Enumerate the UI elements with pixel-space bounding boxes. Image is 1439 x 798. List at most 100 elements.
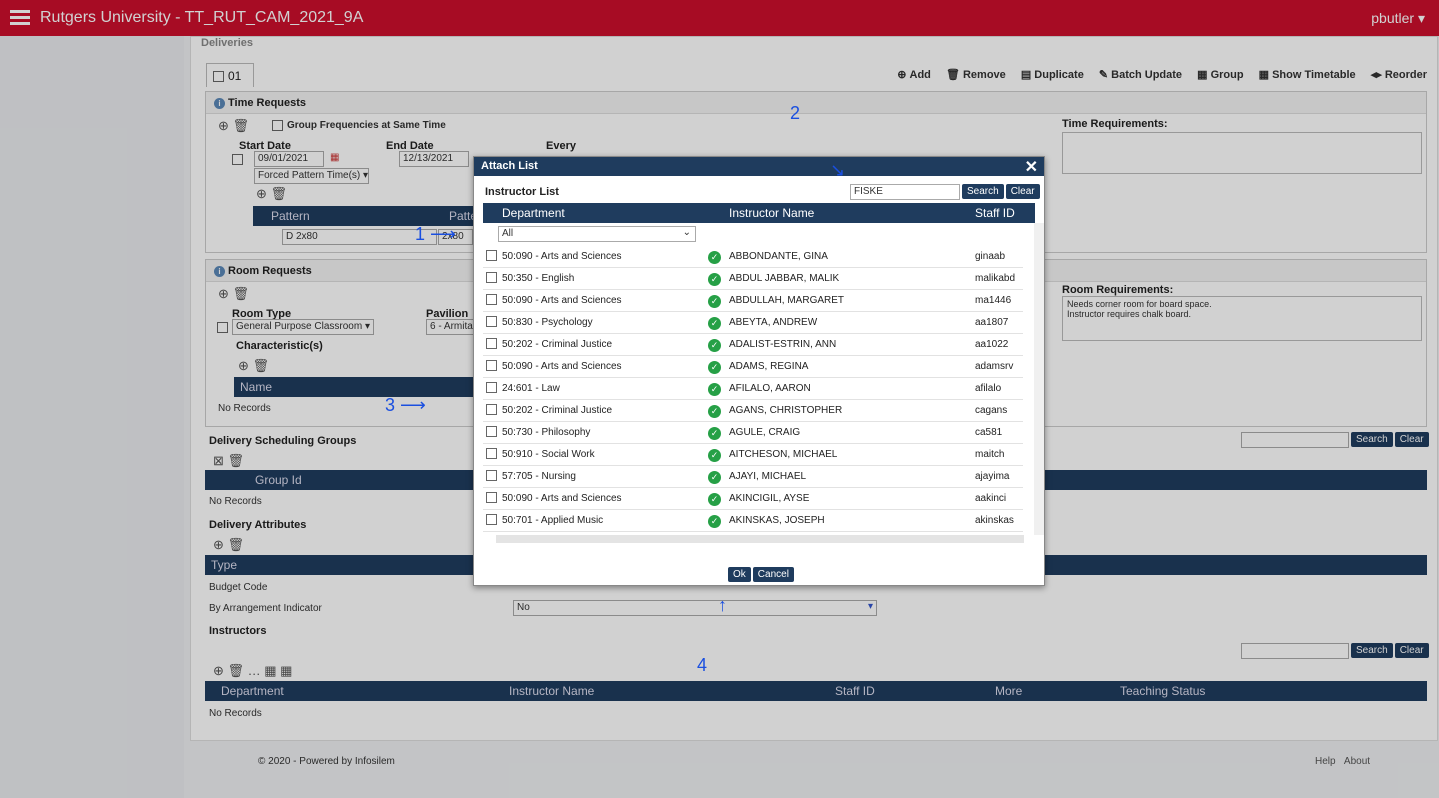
row-checkbox[interactable] — [486, 316, 497, 327]
row-staff-id: maitch — [975, 449, 1005, 460]
row-staff-id: aakinci — [975, 493, 1007, 504]
row-staff-id: akinskas — [975, 515, 1014, 526]
active-check-icon: ✓ — [708, 515, 721, 528]
row-checkbox[interactable] — [486, 470, 497, 481]
row-department: 50:090 - Arts and Sciences — [502, 295, 622, 306]
annotation-4-arrow: ↑ — [718, 595, 727, 615]
instructor-row[interactable]: 50:090 - Arts and Sciences ✓ ABDULLAH, MAR… — [483, 290, 1023, 312]
row-instructor-name: ABEYTA, ANDREW — [729, 317, 818, 328]
row-checkbox[interactable] — [486, 514, 497, 525]
close-icon[interactable]: ✕ — [1025, 157, 1038, 177]
instructor-row[interactable]: 50:202 - Criminal Justice ✓ AGANS, CHRISTO… — [483, 400, 1023, 422]
active-check-icon: ✓ — [708, 383, 721, 396]
row-staff-id: ca581 — [975, 427, 1003, 438]
row-staff-id: afilalo — [975, 383, 1002, 394]
instructor-row[interactable]: 50:202 - Criminal Justice ✓ ADALIST-ESTRIN… — [483, 334, 1023, 356]
attach-list-dialog: Attach List ✕ Instructor List FISKE Searc… — [473, 156, 1045, 586]
instructor-row[interactable]: 50:910 - Social Work ✓ AITCHESON, MICHAEL m… — [483, 444, 1023, 466]
annotation-4: 4 — [697, 655, 708, 675]
dialog-grid-header: Department Instructor Name Staff ID — [483, 203, 1035, 223]
instructor-row[interactable]: 50:090 - Arts and Sciences ✓ AKINCIGIL, AY… — [483, 488, 1023, 510]
row-instructor-name: AGANS, CHRISTOPHER — [729, 405, 843, 416]
row-checkbox[interactable] — [486, 404, 497, 415]
row-department: 57:705 - Nursing — [502, 471, 576, 482]
active-check-icon: ✓ — [708, 317, 721, 330]
department-filter-select[interactable]: All ⌄ — [498, 226, 696, 242]
dialog-clear-button[interactable]: Clear — [1005, 184, 1040, 199]
row-checkbox[interactable] — [486, 294, 497, 305]
row-department: 50:830 - Psychology — [502, 317, 593, 328]
instructor-row[interactable]: 50:830 - Psychology ✓ ABEYTA, ANDREW aa1807 — [483, 312, 1023, 334]
row-staff-id: ma1446 — [975, 295, 1012, 306]
row-department: 50:350 - English — [502, 273, 575, 284]
dialog-search-buttons: Search Clear — [960, 184, 1040, 199]
row-department: 50:910 - Social Work — [502, 449, 595, 460]
row-staff-id: cagans — [975, 405, 1008, 416]
row-checkbox[interactable] — [486, 338, 497, 349]
cancel-button[interactable]: Cancel — [752, 567, 794, 582]
row-instructor-name: AGULE, CRAIG — [729, 427, 801, 438]
row-checkbox[interactable] — [486, 360, 497, 371]
active-check-icon: ✓ — [708, 273, 721, 286]
instructor-row[interactable]: 50:090 - Arts and Sciences ✓ ABBONDANTE, G… — [483, 246, 1023, 268]
annotation-2-arrow: ↘ — [830, 160, 846, 180]
row-checkbox[interactable] — [486, 448, 497, 459]
row-staff-id: adamsrv — [975, 361, 1014, 372]
row-instructor-name: AKINSKAS, JOSEPH — [729, 515, 825, 526]
row-instructor-name: AJAYI, MICHAEL — [729, 471, 807, 482]
dialog-col-staff-id: Staff ID — [975, 206, 1015, 220]
instructor-row[interactable]: 24:601 - Law ✓ AFILALO, AARON afilalo — [483, 378, 1023, 400]
instructor-row[interactable]: 57:705 - Nursing ✓ AJAYI, MICHAEL ajayima — [483, 466, 1023, 488]
row-instructor-name: AFILALO, AARON — [729, 383, 811, 394]
active-check-icon: ✓ — [708, 449, 721, 462]
instructor-row[interactable]: 50:090 - Arts and Sciences ✓ ADAMS, REGINA… — [483, 356, 1023, 378]
active-check-icon: ✓ — [708, 251, 721, 264]
vertical-scrollbar[interactable] — [1034, 223, 1044, 535]
active-check-icon: ✓ — [708, 405, 721, 418]
dialog-action-buttons: Ok Cancel — [726, 567, 794, 582]
row-staff-id: ginaab — [975, 251, 1006, 262]
active-check-icon: ✓ — [708, 339, 721, 352]
active-check-icon: ✓ — [708, 427, 721, 440]
row-staff-id: ajayima — [975, 471, 1010, 482]
instructor-row[interactable]: 50:350 - English ✓ ABDUL JABBAR, MALIK mali… — [483, 268, 1023, 290]
row-checkbox[interactable] — [486, 426, 497, 437]
active-check-icon: ✓ — [708, 493, 721, 506]
row-department: 50:202 - Criminal Justice — [502, 339, 613, 350]
row-department: 50:090 - Arts and Sciences — [502, 493, 622, 504]
instructor-list-label: Instructor List — [485, 186, 559, 198]
annotation-3: 3 ⟶ — [385, 395, 426, 415]
row-department: 50:730 - Philosophy — [502, 427, 591, 438]
active-check-icon: ✓ — [708, 471, 721, 484]
active-check-icon: ✓ — [708, 361, 721, 374]
row-checkbox[interactable] — [486, 272, 497, 283]
instructor-row[interactable]: 50:730 - Philosophy ✓ AGULE, CRAIG ca581 — [483, 422, 1023, 444]
annotation-2: 2 — [790, 103, 801, 123]
row-checkbox[interactable] — [486, 492, 497, 503]
horizontal-scrollbar[interactable] — [496, 535, 1024, 543]
row-instructor-name: ADAMS, REGINA — [729, 361, 809, 372]
row-checkbox[interactable] — [486, 382, 497, 393]
row-department: 50:090 - Arts and Sciences — [502, 361, 622, 372]
active-check-icon: ✓ — [708, 295, 721, 308]
row-department: 24:601 - Law — [502, 383, 560, 394]
row-department: 50:701 - Applied Music — [502, 515, 604, 526]
row-instructor-name: AITCHESON, MICHAEL — [729, 449, 838, 460]
dialog-search-button[interactable]: Search — [962, 184, 1004, 199]
row-instructor-name: ABBONDANTE, GINA — [729, 251, 828, 262]
instructor-row[interactable]: 50:701 - Applied Music ✓ AKINSKAS, JOSEPH a… — [483, 510, 1023, 532]
dialog-title: Attach List — [481, 160, 538, 172]
row-instructor-name: AKINCIGIL, AYSE — [729, 493, 810, 504]
row-staff-id: malikabd — [975, 273, 1016, 284]
row-department: 50:090 - Arts and Sciences — [502, 251, 622, 262]
dialog-col-instructor-name: Instructor Name — [729, 206, 815, 220]
row-staff-id: aa1022 — [975, 339, 1009, 350]
row-checkbox[interactable] — [486, 250, 497, 261]
dialog-search-input[interactable]: FISKE — [850, 184, 960, 200]
annotation-1: 1 ⟶ — [415, 224, 456, 244]
row-staff-id: aa1807 — [975, 317, 1009, 328]
dialog-col-department: Department — [502, 206, 565, 220]
dialog-header: Attach List ✕ — [474, 157, 1044, 176]
ok-button[interactable]: Ok — [728, 567, 751, 582]
row-department: 50:202 - Criminal Justice — [502, 405, 613, 416]
